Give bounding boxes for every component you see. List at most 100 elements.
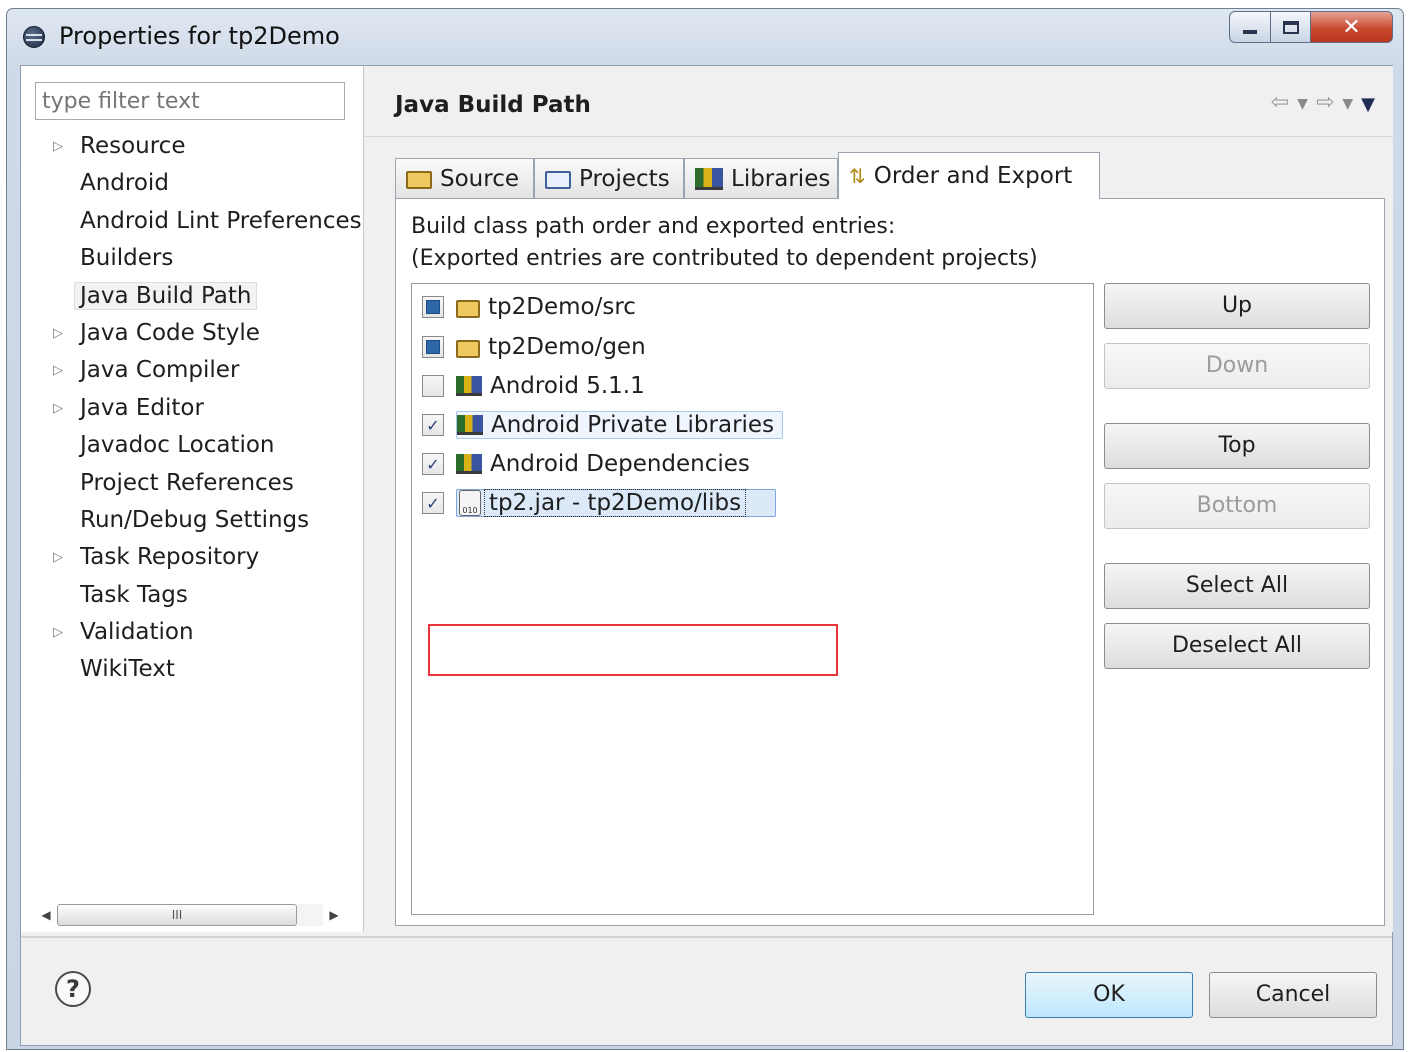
description-line-1: Build class path order and exported entr… [411, 214, 896, 239]
export-checkbox[interactable]: ✓ [422, 453, 444, 475]
description-line-2: (Exported entries are contributed to dep… [411, 246, 1038, 271]
source-folder-icon [456, 339, 480, 358]
title-bar[interactable]: Properties for tp2Demo ✕ [7, 9, 1403, 65]
down-button[interactable]: Down [1104, 343, 1370, 389]
deselect-all-button[interactable]: Deselect All [1104, 623, 1370, 669]
tree-item[interactable]: Android [21, 165, 364, 202]
footer-separator [21, 936, 1392, 938]
minimize-button[interactable] [1229, 11, 1271, 43]
entry-content: Android 5.1.1 [456, 373, 649, 399]
entry-label: Android Dependencies [490, 451, 750, 477]
scroll-right-icon[interactable]: ▶ [323, 908, 345, 922]
expand-arrow-icon[interactable]: ▷ [53, 352, 63, 389]
classpath-entry[interactable]: tp2Demo/gen [422, 330, 650, 364]
minimize-icon [1243, 30, 1257, 34]
export-checkbox[interactable]: ✓ [422, 414, 444, 436]
up-button[interactable]: Up [1104, 283, 1370, 329]
scroll-left-icon[interactable]: ◀ [35, 908, 57, 922]
tree-item[interactable]: Java Build Path [21, 278, 364, 315]
tree-item[interactable]: Task Tags [21, 577, 364, 614]
view-menu-icon[interactable]: ▼ [1361, 94, 1375, 115]
expand-arrow-icon[interactable]: ▷ [53, 315, 63, 352]
tree-item[interactable]: ▷ Resource [21, 128, 364, 165]
expand-arrow-icon[interactable]: ▷ [53, 614, 63, 651]
tree-item[interactable]: Javadoc Location [21, 427, 364, 464]
panel-description: Build class path order and exported entr… [411, 211, 1038, 275]
page-title: Java Build Path [395, 92, 591, 118]
tree-item[interactable]: Project References [21, 465, 364, 502]
header-separator [365, 136, 1393, 137]
tree-item-label: Project References [80, 469, 294, 496]
expand-arrow-icon[interactable]: ▷ [53, 390, 63, 427]
highlight-annotation-box [428, 624, 838, 676]
entry-content: tp2Demo/gen [456, 334, 650, 360]
expand-arrow-icon[interactable]: ▷ [53, 539, 63, 576]
order-export-icon: ⇅ [849, 164, 866, 188]
tab-libraries[interactable]: Libraries [684, 158, 838, 198]
tree-item-label: Builders [80, 245, 174, 272]
tab-source[interactable]: Source [395, 158, 534, 198]
classpath-entry[interactable]: ✓ 010 tp2.jar - tp2Demo/libs [422, 486, 777, 520]
tree-item-label: Validation [80, 619, 194, 646]
library-icon [457, 415, 483, 435]
tab-order-and-export[interactable]: ⇅ Order and Export [838, 152, 1100, 199]
expand-arrow-icon[interactable]: ▷ [53, 128, 63, 165]
tree-item-label: Android [80, 170, 169, 197]
scroll-thumb[interactable]: III [57, 904, 297, 926]
tree-item[interactable]: ▷ Java Code Style [21, 315, 364, 352]
classpath-entry[interactable]: Android 5.1.1 [422, 369, 649, 403]
forward-dropdown-icon[interactable]: ▼ [1342, 96, 1353, 115]
library-icon [456, 454, 482, 474]
tab-label: Source [440, 165, 519, 192]
classpath-entry-list[interactable]: tp2Demo/src tp2Demo/gen Android 5.1.1 ✓ Andr… [411, 283, 1094, 915]
top-button[interactable]: Top [1104, 423, 1370, 469]
select-all-button[interactable]: Select All [1104, 563, 1370, 609]
preference-tree: ▷ Resource Android Android Lint Preferences… [21, 128, 364, 689]
tree-item-label: Resource [80, 133, 186, 159]
tree-item[interactable]: ▷ Validation [21, 614, 364, 651]
back-dropdown-icon[interactable]: ▼ [1297, 96, 1308, 115]
export-checkbox[interactable] [422, 296, 444, 318]
tree-item-label: Javadoc Location [80, 432, 275, 459]
forward-arrow-icon[interactable]: ⇨ [1316, 90, 1334, 115]
page-navigation: ⇦ ▼ ⇨ ▼ ▼ [1271, 90, 1375, 115]
tree-item[interactable]: ▷ Task Repository [21, 539, 364, 576]
entry-label: tp2.jar - tp2Demo/libs [483, 489, 747, 517]
library-icon [456, 376, 482, 396]
classpath-entry[interactable]: tp2Demo/src [422, 290, 640, 324]
entry-content: tp2Demo/src [456, 294, 640, 320]
export-checkbox[interactable] [422, 375, 444, 397]
export-checkbox[interactable] [422, 336, 444, 358]
export-checkbox[interactable]: ✓ [422, 492, 444, 514]
tree-item[interactable]: ▷ Java Editor [21, 390, 364, 427]
tree-item-label: WikiText [80, 656, 175, 683]
cancel-button[interactable]: Cancel [1209, 972, 1377, 1018]
tree-item[interactable]: Android Lint Preferences [21, 203, 364, 240]
ok-button[interactable]: OK [1025, 972, 1193, 1018]
source-folder-icon [456, 299, 480, 318]
entry-content: Android Private Libraries [456, 411, 784, 439]
maximize-button[interactable] [1271, 11, 1311, 43]
help-icon[interactable]: ? [55, 971, 91, 1007]
close-button[interactable]: ✕ [1311, 11, 1393, 43]
filter-input[interactable] [35, 82, 345, 120]
entry-content: 010 tp2.jar - tp2Demo/libs [456, 489, 777, 517]
tree-item-label: Task Repository [80, 544, 260, 571]
classpath-entry[interactable]: ✓ Android Private Libraries [422, 408, 784, 442]
tree-item-label: Android Lint Preferences [80, 207, 362, 234]
classpath-entry[interactable]: ✓ Android Dependencies [422, 447, 754, 481]
dialog-client: ▷ Resource Android Android Lint Preferences… [20, 65, 1393, 1046]
properties-dialog: Properties for tp2Demo ✕ ▷ Resource Androi… [6, 8, 1404, 1050]
tree-item[interactable]: ▷ Java Compiler [21, 352, 364, 389]
tree-item[interactable]: Builders [21, 240, 364, 277]
tree-item[interactable]: WikiText [21, 651, 364, 688]
horizontal-scrollbar[interactable]: ◀ III ▶ [35, 902, 345, 928]
tab-projects[interactable]: Projects [534, 158, 684, 198]
bottom-button[interactable]: Bottom [1104, 483, 1370, 529]
tree-item[interactable]: Run/Debug Settings [21, 502, 364, 539]
tree-item-label: Java Build Path [74, 281, 258, 310]
source-folder-icon [406, 171, 432, 189]
scroll-track[interactable] [297, 904, 323, 926]
libraries-icon [695, 167, 723, 190]
back-arrow-icon[interactable]: ⇦ [1271, 90, 1289, 115]
